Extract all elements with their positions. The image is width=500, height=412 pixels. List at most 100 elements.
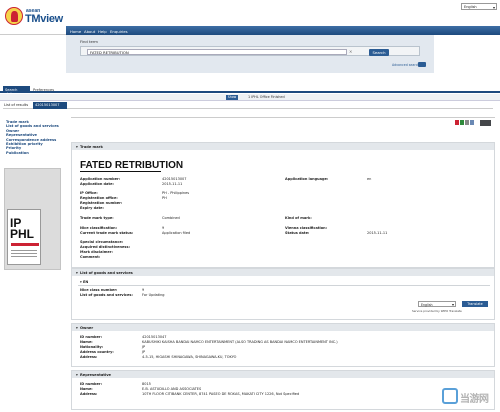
representative-section-header[interactable]: ▾ Representative — [72, 371, 494, 378]
tab-search-status[interactable]: Search status — [3, 86, 30, 96]
field-label: Comment: — [80, 255, 101, 259]
representative-id: 8015 — [142, 382, 151, 386]
goods-services-section-header[interactable]: ▾ List of goods and services — [72, 269, 494, 276]
field-label: Application language: — [285, 177, 329, 181]
field-label: Name: — [80, 340, 93, 344]
search-input[interactable]: FATED RETRIBUTION — [87, 49, 347, 55]
field-label: Nice classification: — [80, 226, 117, 230]
print-icon[interactable] — [465, 120, 469, 125]
watermark-logo-icon — [442, 388, 458, 404]
goods-services-list: For Updating — [142, 293, 165, 297]
nav-home[interactable]: Home — [70, 29, 81, 34]
field-label: IP Office: — [80, 191, 98, 195]
find-term-label: Find term — [80, 39, 99, 44]
representative-section: ▾ Representative ID number: 8015 Name: E.… — [71, 370, 495, 410]
logo-tmview-text: TMview — [25, 13, 63, 25]
field-label: Address: — [80, 392, 98, 396]
site-watermark: 当游网 — [442, 386, 500, 410]
nav-help[interactable]: Help — [98, 29, 107, 34]
iphl-logo-bar — [11, 243, 39, 246]
translate-button[interactable]: Translate — [462, 301, 488, 307]
owner-id: 42015013047 — [142, 335, 167, 339]
iphl-text-line — [11, 253, 37, 254]
iphl-logo: IP PHL — [10, 216, 34, 241]
office-status-bar: Show 1 IPHL Office Finished — [0, 94, 500, 101]
iphl-logo-card: IP PHL — [7, 209, 41, 265]
search-box: FATED RETRIBUTION ✕ Search — [80, 46, 420, 56]
field-label: Nationality: — [80, 345, 104, 349]
clear-icon[interactable]: ✕ — [349, 49, 352, 54]
trademark-name-underline — [80, 171, 161, 173]
trade-mark-type: Combined — [162, 216, 180, 220]
iphl-banner[interactable]: IP PHL — [4, 168, 61, 270]
watermark-text: 当游网 — [460, 394, 489, 405]
collapse-icon[interactable]: ▾ — [76, 326, 79, 330]
goods-language-label: ▾ EN — [80, 280, 89, 284]
nice-classification: 9 — [162, 226, 165, 230]
field-label: Vienna classification: — [285, 226, 327, 230]
field-label: Kind of mark: — [285, 216, 312, 220]
result-tab[interactable]: 42015013007 — [33, 101, 67, 109]
iphl-text-line — [11, 250, 37, 251]
field-label: Registration number: — [80, 201, 123, 205]
collapse-icon[interactable]: ▾ — [76, 373, 79, 377]
field-label: Registration office: — [80, 196, 118, 200]
nice-class-number: 9 — [142, 288, 145, 292]
owner-section: ▾ Owner ID number: 42015013047 Name: KABU… — [71, 323, 495, 367]
representative-name: E.B. ASTUDILLO AND ASSOCIATES — [142, 387, 202, 391]
field-label: ID number: — [80, 382, 103, 386]
list-of-results-label: List of results — [4, 103, 29, 107]
sidebar-link-publication[interactable]: Publication — [6, 151, 66, 155]
field-label: Application number: — [80, 177, 121, 181]
nav-about[interactable]: About — [84, 29, 95, 34]
collapse-icon[interactable]: ▾ — [76, 145, 79, 149]
advanced-search-link[interactable]: Advanced search — [392, 63, 419, 67]
field-label: Address country: — [80, 350, 114, 354]
field-label: Application date: — [80, 182, 114, 186]
goods-services-section: ▾ List of goods and services ▾ EN Nice cl… — [71, 268, 495, 320]
expand-icon[interactable] — [480, 119, 491, 126]
asean-emblem-icon — [5, 7, 23, 25]
tab-bar: Search status Preferences — [0, 85, 500, 96]
field-label: Name: — [80, 387, 93, 391]
search-panel: Find term FATED RETRIBUTION ✕ Search Adv… — [66, 35, 434, 73]
owner-address: 4-5-15, HIGASHI SHINAGAWA, SHINAGAWA-KU,… — [142, 355, 237, 359]
top-navigation: Home About Help Enquiries — [66, 26, 500, 35]
show-button[interactable]: Show — [226, 95, 238, 100]
results-bar: List of results 42015013007 — [3, 101, 493, 109]
field-label: Trade mark type: — [80, 216, 114, 220]
application-date: 2015-11-11 — [162, 182, 183, 186]
nav-enquiries[interactable]: Enquiries — [110, 29, 128, 34]
trademark-name: FATED RETRIBUTION — [80, 160, 184, 171]
trademark-section-header[interactable]: ▾ Trade mark — [72, 143, 494, 150]
field-label: Mark disclaimer: — [80, 250, 113, 254]
owner-address-country: JP — [142, 350, 146, 354]
collapse-icon[interactable]: ▾ — [76, 271, 79, 275]
language-select[interactable]: English — [461, 3, 497, 10]
tab-preferences[interactable]: Preferences — [31, 86, 55, 93]
application-number: 42015013007 — [162, 177, 187, 181]
field-label: Current trade mark status: — [80, 231, 134, 235]
field-label: ID number: — [80, 335, 103, 339]
search-button[interactable]: Search — [369, 48, 389, 56]
advanced-search-button[interactable] — [418, 62, 426, 67]
field-label: Address: — [80, 355, 98, 359]
wipo-translate-note: Service provided by WIPO Translate — [412, 309, 462, 313]
owner-section-header[interactable]: ▾ Owner — [72, 324, 494, 331]
tmview-logo[interactable]: asean TMview — [5, 5, 65, 30]
owner-nationality: JP — [142, 345, 146, 349]
registration-office: PH — [162, 196, 167, 200]
owner-name: KABUSHIKI KAISHA BANDAI NAMCO ENTERTAINM… — [142, 340, 338, 344]
pdf-icon[interactable] — [455, 120, 459, 125]
excel-icon[interactable] — [460, 120, 464, 125]
detail-toolbar — [71, 117, 495, 126]
field-label: Status date: — [285, 231, 310, 235]
detail-panel: ▾ Trade mark FATED RETRIBUTION Applicatio… — [71, 117, 495, 412]
status-date: 2015-11-11 — [367, 231, 388, 235]
translate-language-select[interactable]: English — [418, 301, 456, 307]
field-label: List of goods and services: — [80, 293, 133, 297]
representative-address: 10TH FLOOR CITIBANK CENTER, 8741 PASEO D… — [142, 392, 300, 396]
office-status-text: 1 IPHL Office Finished — [248, 95, 285, 100]
application-language: en — [367, 177, 372, 181]
email-icon[interactable] — [470, 120, 474, 125]
